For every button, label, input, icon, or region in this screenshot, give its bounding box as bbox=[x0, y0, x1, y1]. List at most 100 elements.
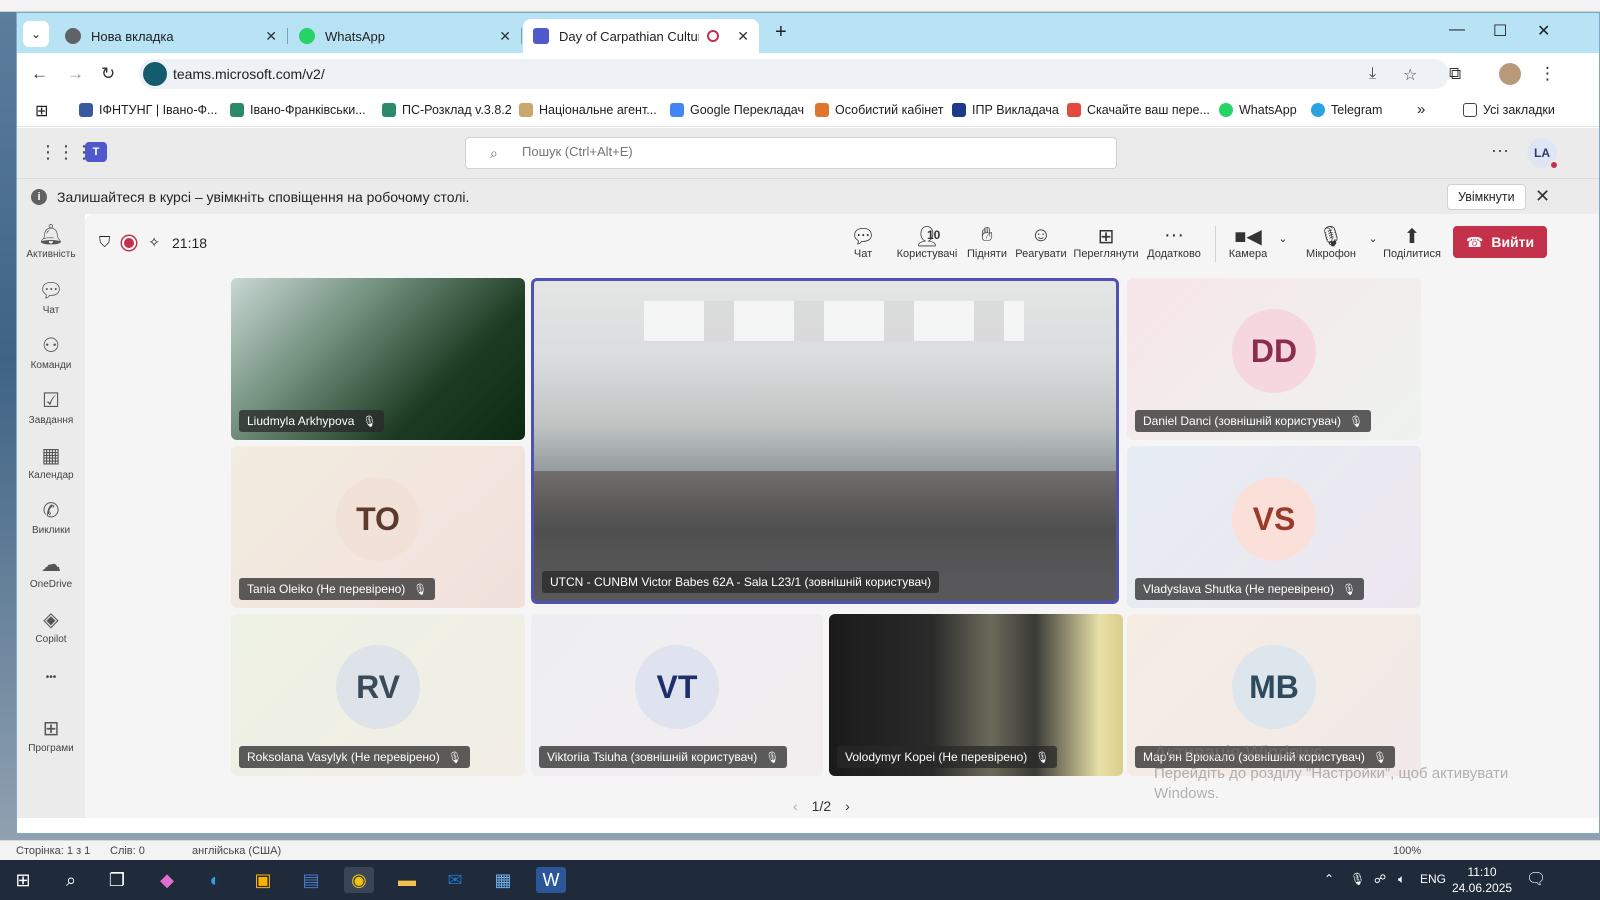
menu-kebab-icon[interactable]: ⋮ bbox=[1539, 64, 1556, 84]
bookmark-item[interactable]: ПС-Розклад v.3.8.2 bbox=[382, 103, 512, 117]
bookmark-item[interactable]: Національне агент... bbox=[519, 103, 657, 117]
bookmark-star-icon[interactable]: ☆ bbox=[1403, 65, 1417, 85]
chrome-icon[interactable]: ◉ bbox=[344, 867, 374, 893]
close-icon[interactable]: ✕ bbox=[265, 28, 277, 45]
rail-item-calls[interactable]: ✆ Виклики bbox=[17, 498, 85, 536]
copilot-icon[interactable]: ◆ bbox=[152, 867, 182, 893]
participant-tile-video[interactable]: Liudmyla Arkhypova 🎙︎ bbox=[231, 278, 525, 440]
participant-tile-avatar[interactable]: TO Tania Oleiko (Не перевірено) 🎙︎ bbox=[231, 446, 525, 608]
chat-button[interactable]: 💬︎ Чат bbox=[843, 224, 883, 260]
back-icon[interactable]: ← bbox=[31, 64, 48, 84]
word-zoom-level[interactable]: 100% bbox=[1393, 845, 1421, 857]
rail-item-onedrive[interactable]: ☁ OneDrive bbox=[17, 552, 85, 590]
bookmark-item[interactable]: ІФНТУНГ | Івано-Ф... bbox=[79, 103, 217, 117]
calculator-icon[interactable]: ▦ bbox=[488, 867, 518, 893]
camera-button[interactable]: ■◀ Камера bbox=[1225, 224, 1271, 260]
mic-options-chevron[interactable]: ⌄ bbox=[1365, 232, 1381, 245]
whatsapp-icon bbox=[1219, 103, 1233, 117]
apps-grid-icon[interactable]: ⊞ bbox=[35, 101, 48, 121]
clock[interactable]: 11:10 24.06.2025 bbox=[1452, 864, 1512, 896]
outlook-icon[interactable]: ✉ bbox=[440, 867, 470, 893]
start-windows-icon[interactable]: ⊞ bbox=[8, 867, 38, 893]
tab-search-button[interactable]: ⌄ bbox=[23, 21, 49, 47]
participant-tile-room-video[interactable]: UTCN - CUNBM Victor Babes 62A - Sala L23… bbox=[531, 278, 1119, 604]
profile-avatar[interactable] bbox=[1499, 63, 1521, 85]
microphone-button[interactable]: 🎙︎ Мікрофон bbox=[1295, 224, 1367, 260]
enable-notifications-button[interactable]: Увімкнути bbox=[1447, 184, 1526, 210]
copilot-icon: ◈ bbox=[43, 609, 59, 631]
minimize-icon[interactable]: — bbox=[1449, 21, 1465, 39]
rail-item-chat[interactable]: 💬︎ Чат bbox=[17, 278, 85, 316]
chevron-left-icon[interactable]: ‹ bbox=[793, 798, 798, 814]
rail-label: Команди bbox=[30, 360, 72, 371]
search-input[interactable] bbox=[522, 144, 1082, 159]
chevron-right-icon[interactable]: › bbox=[845, 798, 850, 814]
close-icon[interactable]: ✕ bbox=[737, 28, 749, 45]
rail-item-apps[interactable]: ⊞ Програми bbox=[17, 716, 85, 754]
search-icon[interactable]: ⌕ bbox=[56, 867, 86, 893]
store-icon[interactable]: ▣ bbox=[248, 867, 278, 893]
participant-tile-avatar[interactable]: DD Daniel Danci (зовнішній користувач) 🎙︎ bbox=[1127, 278, 1421, 440]
network-icon[interactable]: ☍ bbox=[1374, 872, 1386, 886]
folder-icon[interactable]: ▬ bbox=[392, 867, 422, 893]
view-button[interactable]: ⊞ Переглянути bbox=[1073, 224, 1139, 260]
maximize-icon[interactable]: ☐ bbox=[1493, 21, 1507, 41]
rail-item-activity[interactable]: 🔔︎ Активність bbox=[17, 222, 85, 260]
bookmark-item[interactable]: Івано-Франківськи... bbox=[230, 103, 366, 117]
bookmark-item[interactable]: Скачайте ваш пере... bbox=[1067, 103, 1210, 117]
address-bar[interactable]: teams.microsoft.com/v2/ ⤓ ☆ bbox=[139, 59, 1449, 89]
all-bookmarks-folder[interactable]: Усі закладки bbox=[1463, 103, 1555, 117]
more-actions-button[interactable]: ··· Додатково bbox=[1143, 224, 1205, 260]
tray-overflow-icon[interactable]: ⌃ bbox=[1324, 872, 1334, 886]
react-button[interactable]: ☺ Реагувати bbox=[1013, 224, 1069, 260]
bookmark-item[interactable]: ІПР Викладача bbox=[952, 103, 1059, 117]
site-info-icon[interactable] bbox=[143, 62, 167, 86]
tab-new-tab[interactable]: Нова вкладка ✕ bbox=[55, 19, 288, 53]
cloud-icon: ☁ bbox=[41, 554, 61, 576]
save-disk-icon[interactable]: ▤ bbox=[296, 867, 326, 893]
tab-whatsapp[interactable]: WhatsApp ✕ bbox=[289, 19, 522, 53]
bookmarks-overflow-button[interactable]: » bbox=[1417, 101, 1425, 118]
participant-tile-avatar[interactable]: RV Roksolana Vasylyk (Не перевірено) 🎙︎ bbox=[231, 614, 525, 776]
edge-icon[interactable]: ◐ bbox=[200, 867, 230, 893]
notifications-icon[interactable]: 🗨︎ bbox=[1526, 869, 1546, 889]
teams-search[interactable]: ⌕ bbox=[465, 137, 1117, 169]
share-button[interactable]: ⬆ Поділитися bbox=[1381, 224, 1443, 260]
raise-hand-button[interactable]: ✋︎ Підняти bbox=[965, 224, 1009, 260]
rail-item-teams[interactable]: ⚇ Команди bbox=[17, 333, 85, 371]
sparkle-icon[interactable]: ✧ bbox=[148, 234, 160, 251]
mic-icon[interactable]: 🎙︎ bbox=[1350, 872, 1365, 886]
tab-teams-meeting[interactable]: Day of Carpathian Culture C ✕ bbox=[523, 19, 759, 53]
shield-icon[interactable]: ⛉ bbox=[99, 234, 110, 251]
volume-icon[interactable]: 🔈︎ bbox=[1398, 872, 1405, 887]
bookmark-item[interactable]: Google Перекладач bbox=[670, 103, 804, 117]
install-app-icon[interactable]: ⤓ bbox=[1369, 65, 1376, 83]
word-language[interactable]: англійська (США) bbox=[192, 845, 281, 857]
rail-item-copilot[interactable]: ◈ Copilot bbox=[17, 607, 85, 645]
user-avatar[interactable]: LA bbox=[1527, 138, 1559, 170]
close-icon[interactable]: ✕ bbox=[499, 28, 511, 45]
leave-button[interactable]: ☎ Вийти bbox=[1453, 226, 1547, 258]
camera-options-chevron[interactable]: ⌄ bbox=[1275, 232, 1291, 245]
rail-item-tasks[interactable]: ☑ Завдання bbox=[17, 388, 85, 426]
url-text: teams.microsoft.com/v2/ bbox=[173, 66, 325, 82]
participant-tile-avatar[interactable]: VT Viktoriia Tsiuha (зовнішній користува… bbox=[531, 614, 823, 776]
close-window-icon[interactable]: ✕ bbox=[1537, 21, 1550, 41]
forward-icon[interactable]: → bbox=[67, 64, 84, 84]
bookmark-item[interactable]: Особистий кабінет bbox=[815, 103, 943, 117]
close-icon[interactable]: ✕ bbox=[1535, 186, 1550, 207]
people-button[interactable]: 👤︎ 10 Користувачі bbox=[891, 224, 963, 260]
bookmark-item[interactable]: WhatsApp bbox=[1219, 103, 1297, 117]
reload-icon[interactable]: ↻ bbox=[101, 64, 115, 84]
extensions-icon[interactable]: ⧉ bbox=[1449, 64, 1461, 84]
participant-tile-video[interactable]: Volodymyr Kopei (Не перевірено) 🎙︎ bbox=[829, 614, 1123, 776]
language-indicator[interactable]: ENG bbox=[1420, 872, 1446, 886]
task-view-icon[interactable]: ❐ bbox=[102, 867, 132, 893]
rail-item-calendar[interactable]: ▦ Календар bbox=[17, 443, 85, 481]
settings-more-icon[interactable]: ··· bbox=[1491, 140, 1509, 161]
new-tab-button[interactable]: + bbox=[775, 21, 787, 44]
bookmark-item[interactable]: Telegram bbox=[1311, 103, 1382, 117]
rail-more-button[interactable]: ••• bbox=[17, 672, 85, 683]
word-icon[interactable]: W bbox=[536, 867, 566, 893]
participant-tile-avatar[interactable]: VS Vladyslava Shutka (Не перевірено) 🎙︎ bbox=[1127, 446, 1421, 608]
